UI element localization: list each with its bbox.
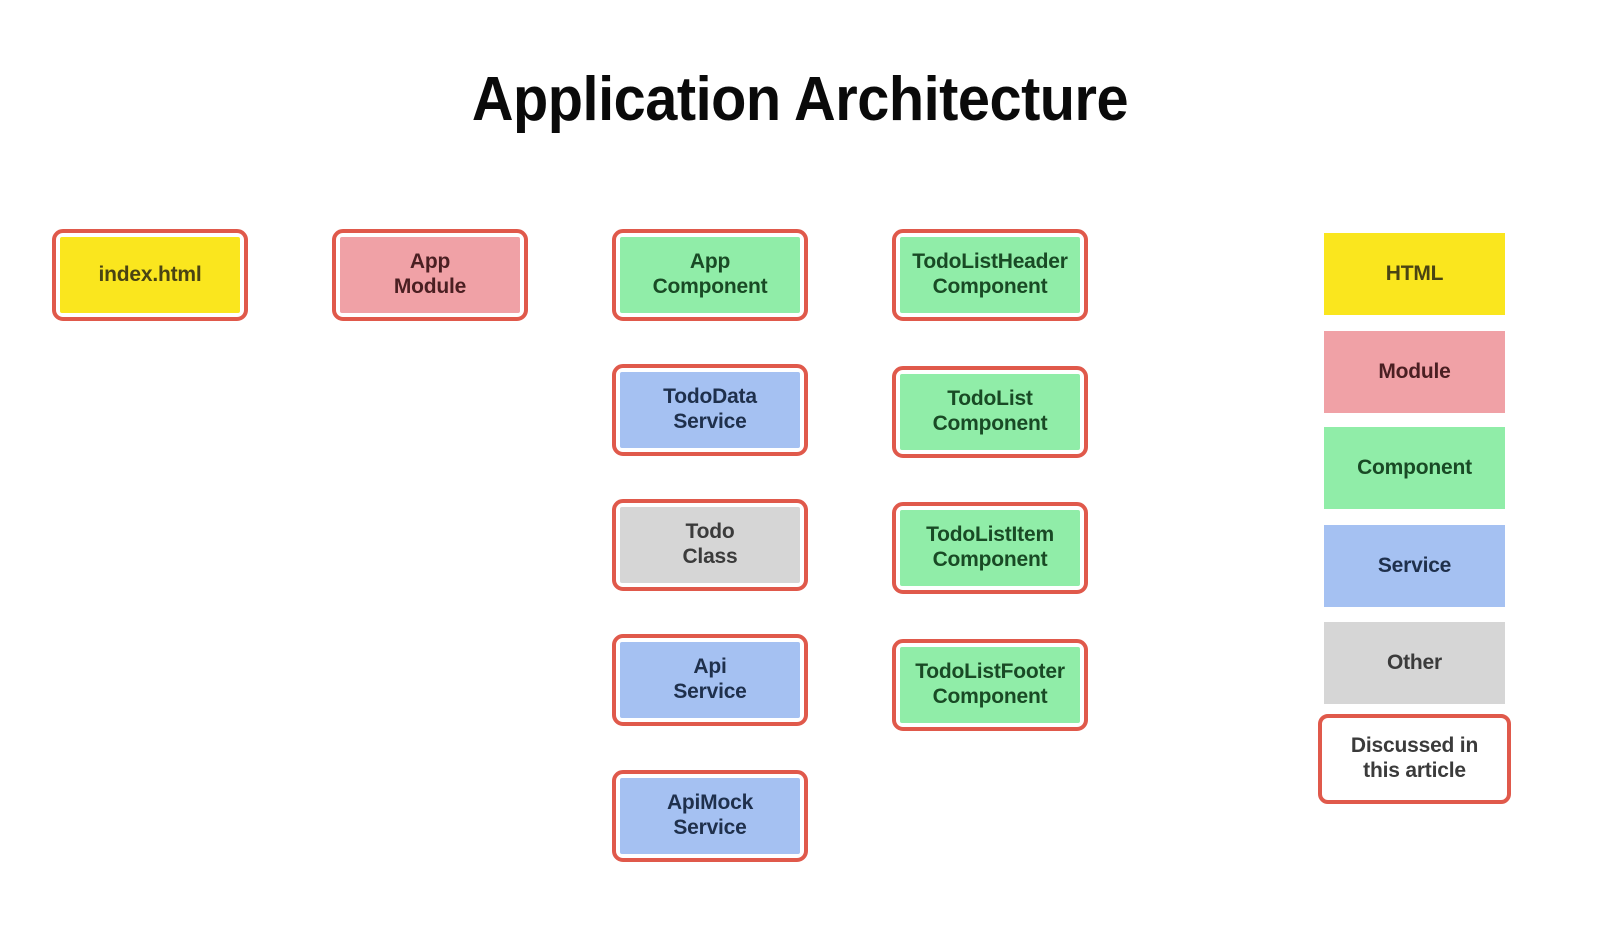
node-label: Todo Class [620,507,800,583]
page-title: Application Architecture [471,65,1129,134]
legend-label: Service [1377,553,1452,577]
node-todolistitem-component[interactable]: TodoListItem Component [892,502,1088,594]
node-label: TodoListHeader Component [900,237,1080,313]
diagram-canvas: Application Architecture index.html App … [0,0,1600,950]
node-label: App Module [340,237,520,313]
node-todolistheader-component[interactable]: TodoListHeader Component [892,229,1088,321]
node-api-service[interactable]: Api Service [612,634,808,726]
legend-label: HTML [1385,261,1444,285]
node-label: TodoListFooter Component [900,647,1080,723]
node-todolist-component[interactable]: TodoList Component [892,366,1088,458]
node-label: ApiMock Service [620,778,800,854]
node-label: Api Service [620,642,800,718]
node-app-component[interactable]: App Component [612,229,808,321]
node-app-module[interactable]: App Module [332,229,528,321]
legend-item-service: Service [1324,525,1505,607]
legend-label: Module [1378,359,1451,383]
node-apimock-service[interactable]: ApiMock Service [612,770,808,862]
node-index-html[interactable]: index.html [52,229,248,321]
node-label: TodoList Component [900,374,1080,450]
node-tododata-service[interactable]: TodoData Service [612,364,808,456]
node-todolistfooter-component[interactable]: TodoListFooter Component [892,639,1088,731]
node-label: index.html [60,237,240,313]
node-label: TodoData Service [620,372,800,448]
legend-item-module: Module [1324,331,1505,413]
legend-label: Other [1386,650,1442,674]
legend-item-other: Other [1324,622,1505,704]
legend-item-component: Component [1324,427,1505,509]
node-label: TodoListItem Component [900,510,1080,586]
node-todo-class[interactable]: Todo Class [612,499,808,591]
node-label: App Component [620,237,800,313]
legend-label: Discussed in this article [1350,734,1479,782]
legend-item-html: HTML [1324,233,1505,315]
legend-item-discussed: Discussed in this article [1318,714,1511,804]
legend-label: Component [1357,455,1472,479]
